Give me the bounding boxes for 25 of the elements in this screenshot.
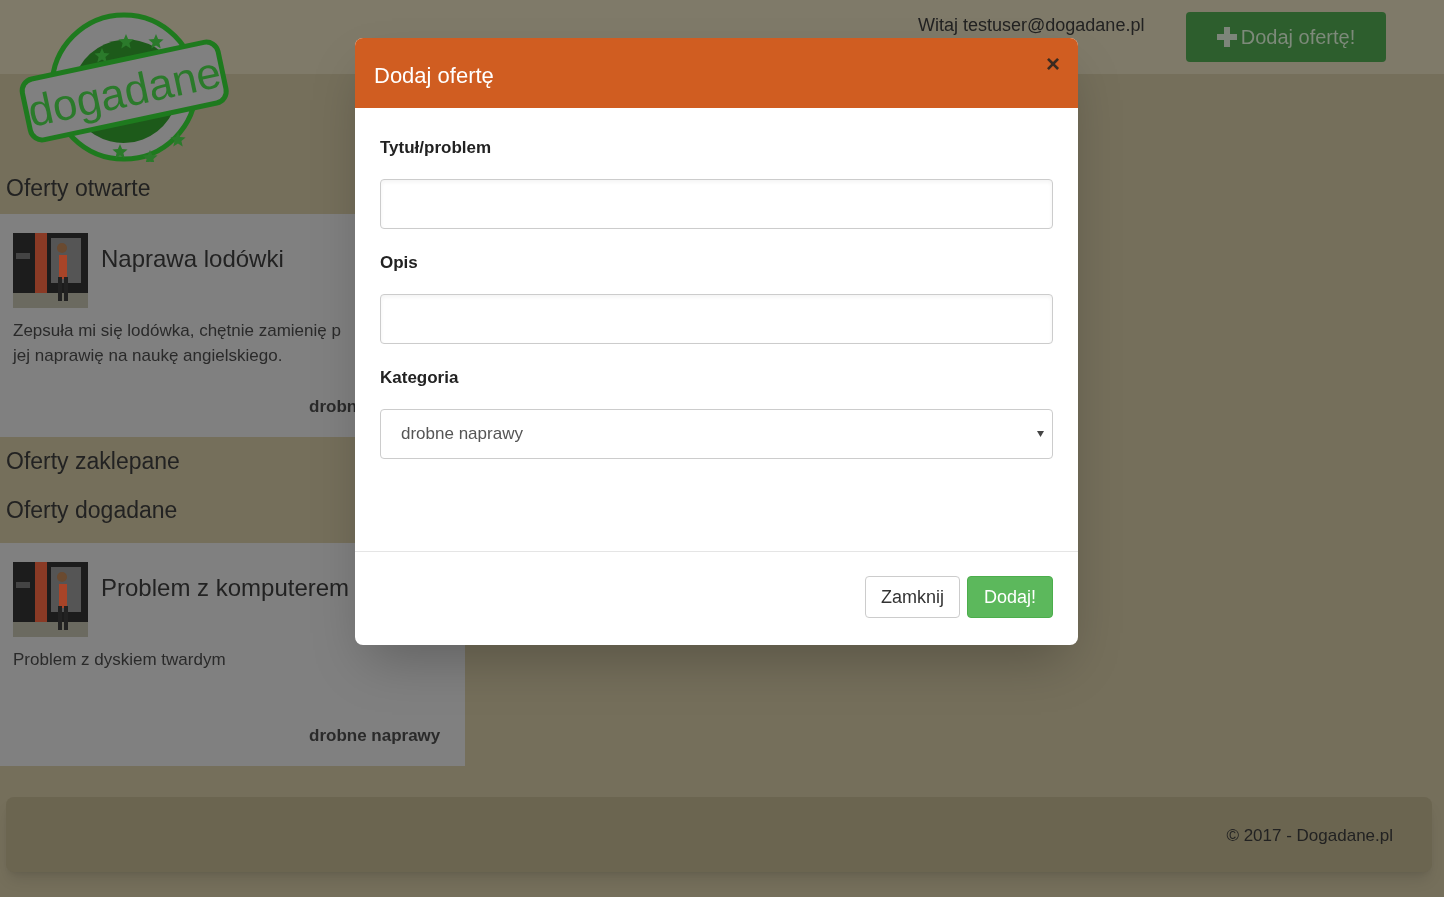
offer-category: drobn <box>309 396 358 418</box>
offer-description: Zepsuła mi się lodówka, chętnie zamienię p jej naprawię na naukę angielskiego. <box>13 320 342 367</box>
text-input[interactable] <box>380 294 1053 344</box>
plus-icon <box>1216 27 1237 47</box>
close-dialog-button[interactable]: Zamknij <box>864 576 960 618</box>
logo-text: dogadane <box>23 47 226 136</box>
offer-description: Problem z dyskiem twardym <box>13 649 227 671</box>
copyright-text: © 2017 - Dogadane.pl <box>1226 825 1393 847</box>
close-button[interactable]: × <box>1046 52 1060 76</box>
field-label: Opis <box>380 252 419 274</box>
field-label: Tytuł/problem <box>380 137 493 159</box>
section-heading: Oferty otwarte <box>5 174 152 203</box>
add-button[interactable]: Dodaj! <box>966 576 1053 618</box>
greeting-text: Witaj testuser@dogadane.pl <box>918 14 1145 37</box>
text-input[interactable] <box>380 179 1053 229</box>
field-label: Kategoria <box>380 367 460 389</box>
caret-icon <box>1037 431 1044 437</box>
category-select[interactable]: drobne naprawy <box>380 409 1053 459</box>
offer-title: Naprawa lodówki <box>101 244 284 274</box>
add-offer-button[interactable]: Dodaj ofertę! <box>1186 12 1386 62</box>
section-heading: Oferty zaklepane <box>5 447 181 477</box>
modal-title: Dodaj ofertę <box>374 62 494 90</box>
section-heading: Oferty dogadane <box>5 496 179 526</box>
offer-title: Problem z komputerem <box>101 573 350 603</box>
offer-category: drobne naprawy <box>309 725 441 747</box>
